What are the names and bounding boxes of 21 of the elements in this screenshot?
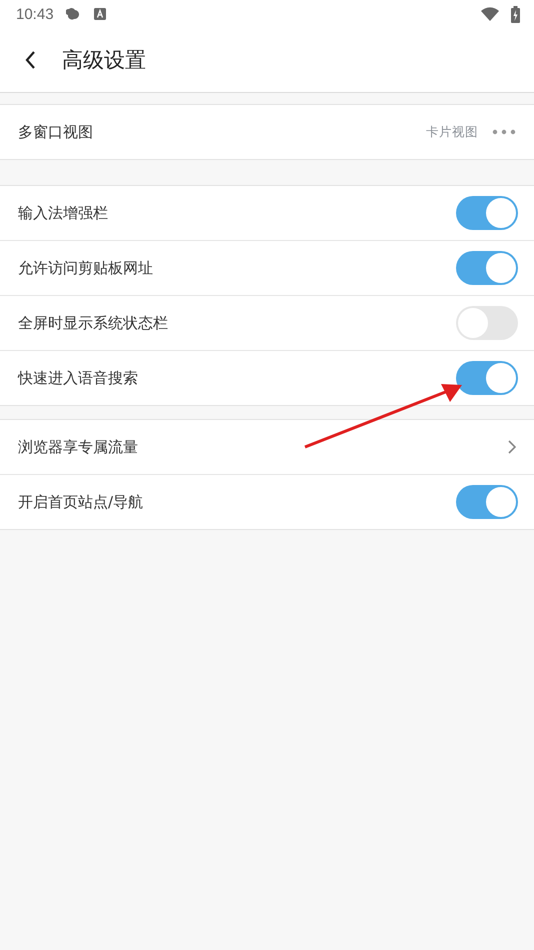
setting-label: 允许访问剪贴板网址 [18, 258, 154, 278]
setting-label: 浏览器享专属流量 [18, 438, 139, 456]
page-title: 高级设置 [62, 47, 146, 74]
setting-label: 输入法增强栏 [18, 204, 109, 222]
setting-label: 开启首页站点/导航 [18, 492, 144, 512]
app-notification-icon [66, 6, 82, 22]
toggle-switch[interactable] [456, 196, 518, 230]
setting-label: 多窗口视图 [18, 122, 94, 142]
toggle-switch[interactable] [456, 485, 518, 519]
battery-charging-icon [511, 6, 520, 22]
status-time: 10:43 [16, 6, 54, 22]
toggle-switch[interactable] [456, 306, 518, 340]
row-value: 卡片视图 [426, 124, 478, 140]
wifi-icon [481, 7, 499, 21]
keyboard-notification-icon [94, 8, 106, 20]
setting-label: 快速进入语音搜索 [18, 368, 139, 388]
toggle-switch[interactable] [456, 361, 518, 395]
setting-label: 全屏时显示系统状态栏 [18, 314, 169, 332]
more-icon[interactable] [492, 129, 516, 135]
toggle-switch[interactable] [456, 251, 518, 285]
chevron-right-icon [508, 440, 516, 454]
